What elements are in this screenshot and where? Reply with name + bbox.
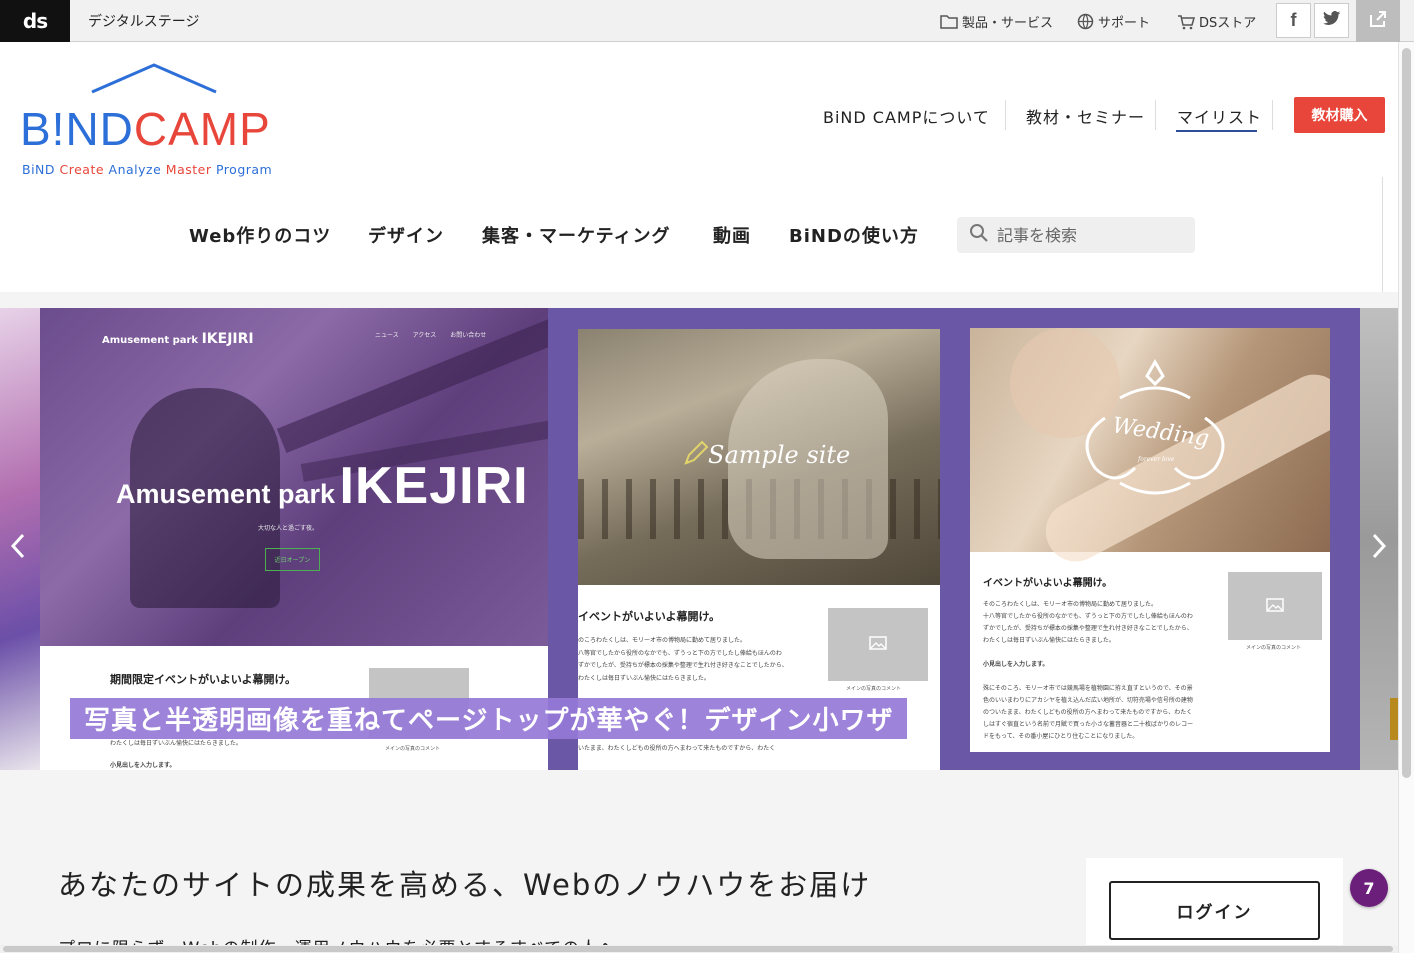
page-title: あなたのサイトの成果を高める、Webのノウハウをお届け — [58, 868, 872, 902]
image-icon — [869, 635, 887, 654]
roof-icon — [91, 63, 217, 94]
top-bar: ds デジタルステージ 製品・サービス サポート DSストア f — [0, 0, 1414, 42]
products-link[interactable]: 製品・サービス — [940, 12, 1053, 31]
ikejiri-subheading: 小見出しを入力します。 — [110, 762, 176, 769]
nav-web-tips[interactable]: Web作りのコツ — [189, 222, 331, 248]
share-button[interactable] — [1356, 0, 1400, 42]
search-box[interactable] — [957, 217, 1195, 253]
sample-body: のころわたくしは、モリーオ市の博物局に勤めて居りました。 八等官でしたから役所の… — [578, 637, 788, 682]
site-header: B!NDCAMP BiND Create Analyze Master Prog… — [0, 42, 1398, 292]
active-underline — [1176, 130, 1257, 132]
image-icon — [1266, 597, 1284, 616]
ikejiri-text: わたくしは毎日ずいぶん愉快にはたらきました。 — [110, 740, 242, 747]
products-label: 製品・サービス — [962, 16, 1054, 31]
wedding-heading: イベントがいよいよ幕開け。 — [983, 578, 1113, 589]
facebook-icon: f — [1290, 10, 1297, 30]
nav-design[interactable]: デザイン — [368, 222, 444, 248]
search-icon — [969, 223, 989, 247]
header-edge — [1382, 177, 1398, 292]
ikejiri-menu: ニュース アクセス お問い合わせ — [375, 332, 487, 339]
wedding-thumbnail — [1228, 572, 1322, 640]
cart-icon — [1177, 14, 1195, 30]
support-label: サポート — [1098, 16, 1151, 31]
sample-site-title: Sample site — [708, 441, 851, 469]
next-arrow-icon[interactable] — [1371, 533, 1387, 564]
logo-wordmark: B!NDCAMP — [20, 103, 271, 155]
store-label: DSストア — [1199, 16, 1257, 31]
ds-logo[interactable]: ds — [0, 0, 70, 42]
nav-divider — [1005, 100, 1006, 130]
nav-about[interactable]: BiND CAMPについて — [823, 104, 990, 128]
login-card: ログイン — [1086, 858, 1343, 953]
wedding-body: そのころわたくしは、モリーオ市の博物局に勤めて居りました。 十八等官でしたから役… — [983, 601, 1194, 740]
support-link[interactable]: サポート — [1077, 12, 1150, 31]
nav-seminar[interactable]: 教材・セミナー — [1026, 104, 1145, 128]
facebook-button[interactable]: f — [1276, 3, 1311, 38]
sample-heading: イベントがいよいよ幕開け。 — [578, 610, 721, 623]
wedding-caption: メインの写真のコメント — [1246, 645, 1302, 651]
hero-slider: Amusement park IKEJIRI ニュース アクセス お問い合わせ … — [0, 308, 1398, 770]
ikejiri-heading: 期間限定イベントがいよいよ幕開け。 — [110, 673, 297, 686]
twitter-icon — [1322, 10, 1341, 31]
nav-mylist[interactable]: マイリスト — [1177, 104, 1262, 128]
buy-materials-button[interactable]: 教材購入 — [1294, 97, 1385, 133]
slide-panel-wedding: Wedding forever love イベントがいよいよ幕開け。 そのころわ… — [970, 328, 1330, 752]
nav-divider — [1272, 100, 1273, 130]
pencil-icon — [682, 439, 710, 471]
sample-caption: メインの写真のコメント — [846, 686, 902, 692]
sample-thumbnail — [828, 608, 928, 681]
logo-tagline: BiND Create Analyze Master Program — [22, 162, 273, 177]
notification-badge[interactable]: 7 — [1350, 869, 1388, 907]
share-icon — [1368, 9, 1388, 33]
ikejiri-caption: メインの写真のコメント — [385, 746, 441, 752]
store-link[interactable]: DSストア — [1177, 12, 1256, 31]
login-button[interactable]: ログイン — [1109, 881, 1320, 940]
nav-divider — [1155, 100, 1156, 130]
sample-bottom-text: いたまま、わたくしどもの役所の方へまわって来たものですから、わたく — [578, 745, 776, 752]
horizontal-scrollbar[interactable] — [0, 945, 1398, 953]
twitter-button[interactable] — [1314, 3, 1349, 38]
globe-icon — [1077, 13, 1094, 30]
hero-caption[interactable]: 写真と半透明画像を重ねてページトップが華やぐ！デザイン小ワザ — [70, 698, 908, 739]
nav-bind-howto[interactable]: BiNDの使い方 — [789, 222, 919, 248]
wedding-subtitle: forever love — [1138, 456, 1175, 463]
nav-marketing[interactable]: 集客・マーケティング — [482, 222, 671, 248]
nav-video[interactable]: 動画 — [713, 222, 751, 248]
brand-name[interactable]: デジタルステージ — [88, 11, 199, 31]
ikejiri-title: Amusement park IKEJIRI — [116, 457, 529, 515]
search-input[interactable] — [997, 225, 1177, 245]
folder-icon — [940, 14, 958, 29]
ikejiri-button: 近日オープン — [265, 548, 320, 571]
ikejiri-subtitle: 大切な人と過ごす夜。 — [258, 525, 319, 532]
prev-arrow-icon[interactable] — [10, 533, 26, 564]
vertical-scrollbar[interactable] — [1398, 42, 1414, 953]
ikejiri-site-name: Amusement park IKEJIRI — [102, 331, 254, 347]
